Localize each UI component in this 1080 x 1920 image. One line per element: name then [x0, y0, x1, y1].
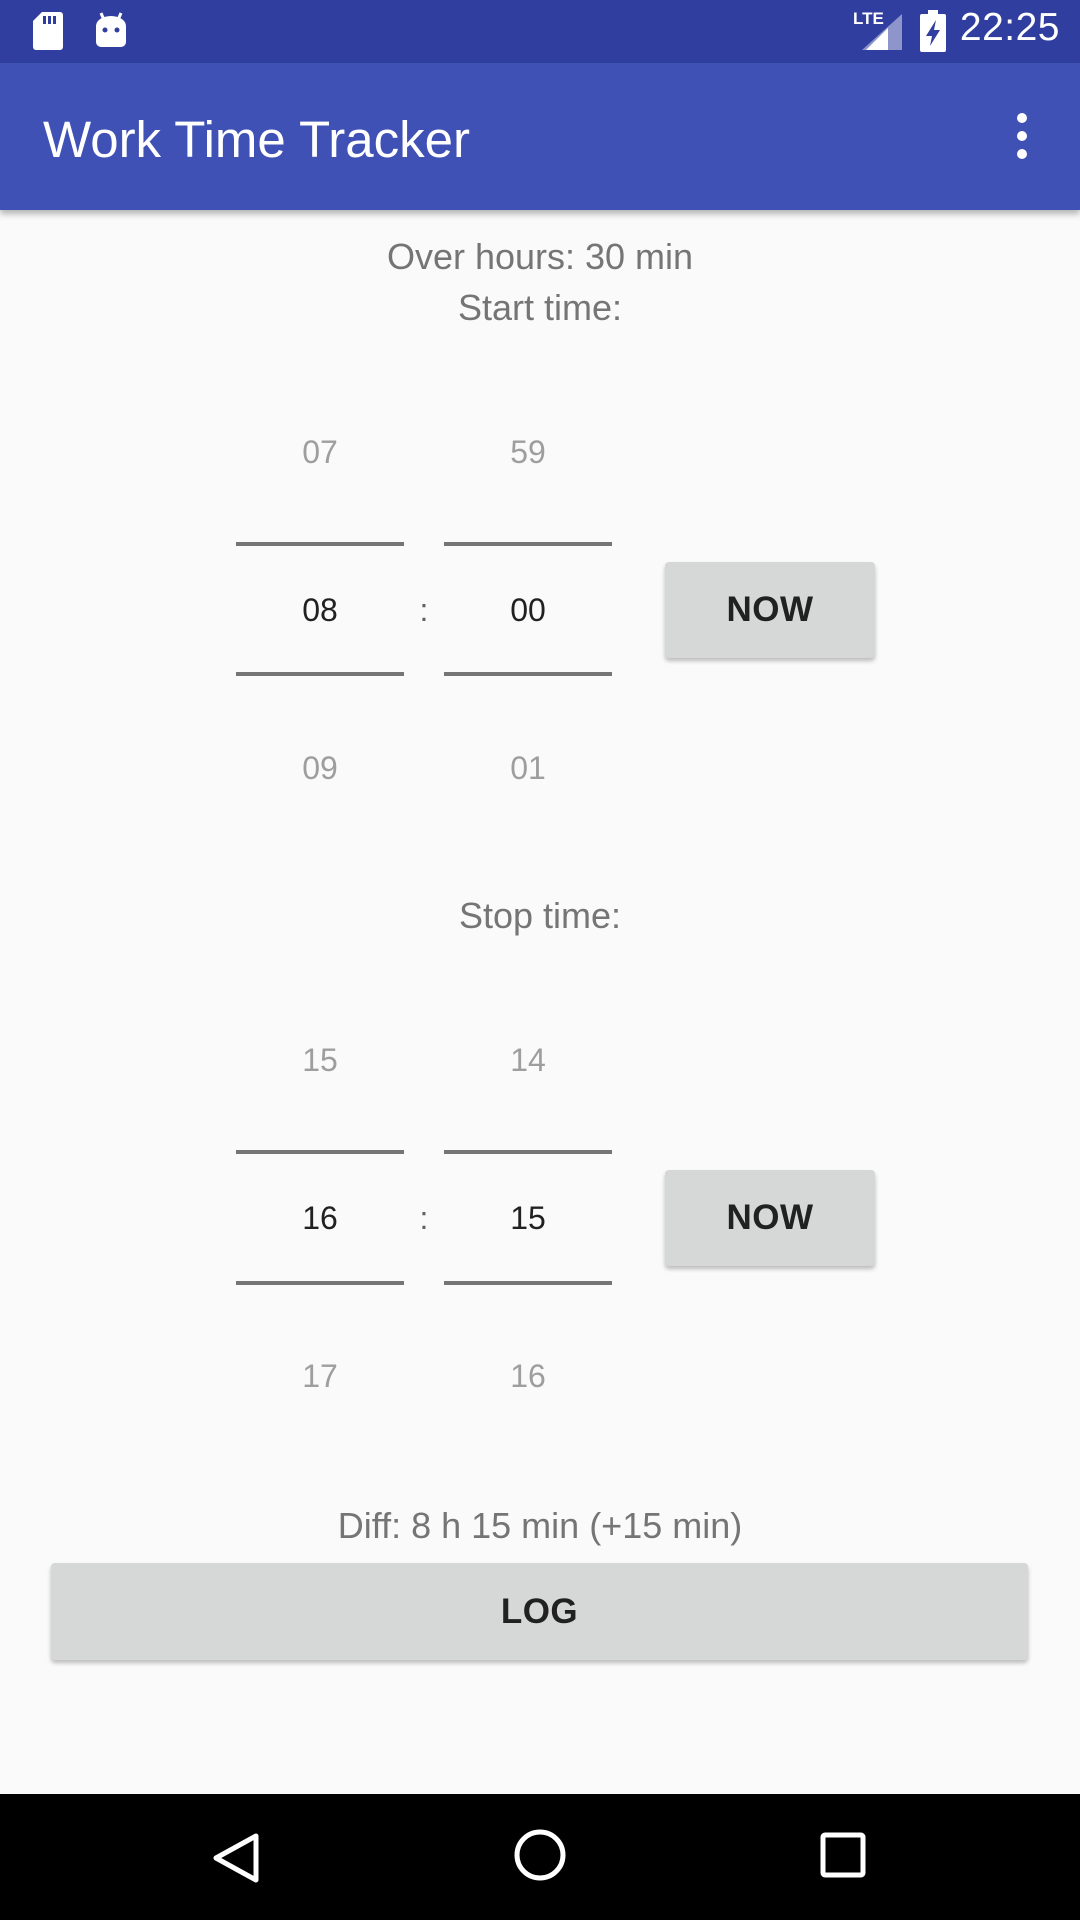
stop-time-label: Stop time:	[458, 895, 622, 936]
start-minute-next[interactable]: 01	[444, 750, 612, 787]
start-time-label: Start time:	[457, 287, 623, 328]
diff-text: Diff: 8 h 15 min (+15 min)	[337, 1505, 743, 1546]
stop-separator: :	[419, 1200, 429, 1236]
app-title: Work Time Tracker	[43, 111, 470, 168]
over-hours-text: Over hours: 30 min	[386, 236, 694, 277]
more-vert-icon[interactable]	[1002, 109, 1042, 165]
start-hour-divider-top	[236, 542, 404, 546]
home-icon[interactable]	[513, 1828, 567, 1882]
stop-hour-prev[interactable]: 15	[236, 1042, 404, 1079]
stop-hour-picker[interactable]: 15 16 17	[236, 1028, 404, 1408]
navigation-bar	[0, 1794, 1080, 1920]
start-hour-divider-bottom	[236, 672, 404, 676]
stop-minute-value[interactable]: 15	[444, 1200, 612, 1237]
android-icon	[96, 12, 126, 47]
start-separator: :	[419, 592, 429, 628]
lte-signal-icon	[862, 14, 902, 50]
start-minute-prev[interactable]: 59	[444, 434, 612, 471]
start-hour-next[interactable]: 09	[236, 750, 404, 787]
start-hour-prev[interactable]: 07	[236, 434, 404, 471]
start-now-button[interactable]: NOW	[665, 562, 875, 658]
stop-minute-divider-top	[444, 1150, 612, 1154]
start-minute-divider-bottom	[444, 672, 612, 676]
app-bar: Work Time Tracker	[0, 63, 1080, 210]
stop-minute-divider-bottom	[444, 1281, 612, 1285]
stop-now-button[interactable]: NOW	[665, 1170, 875, 1266]
start-hour-value[interactable]: 08	[236, 592, 404, 629]
stop-minute-next[interactable]: 16	[444, 1358, 612, 1395]
sd-card-icon	[33, 12, 63, 50]
back-icon[interactable]	[212, 1832, 260, 1884]
stop-hour-value[interactable]: 16	[236, 1200, 404, 1237]
stop-hour-divider-bottom	[236, 1281, 404, 1285]
status-bar: LTE 22:25	[0, 0, 1080, 63]
stop-minute-prev[interactable]: 14	[444, 1042, 612, 1079]
status-time: 22:25	[959, 6, 1060, 49]
recents-icon[interactable]	[820, 1832, 866, 1878]
start-minute-value[interactable]: 00	[444, 592, 612, 629]
stop-hour-next[interactable]: 17	[236, 1358, 404, 1395]
battery-charging-icon	[920, 10, 946, 52]
log-button[interactable]: LOG	[51, 1563, 1028, 1660]
stop-hour-divider-top	[236, 1150, 404, 1154]
start-minute-divider-top	[444, 542, 612, 546]
start-hour-picker[interactable]: 07 08 09	[236, 420, 404, 800]
stop-minute-picker[interactable]: 14 15 16	[444, 1028, 612, 1408]
start-minute-picker[interactable]: 59 00 01	[444, 420, 612, 800]
